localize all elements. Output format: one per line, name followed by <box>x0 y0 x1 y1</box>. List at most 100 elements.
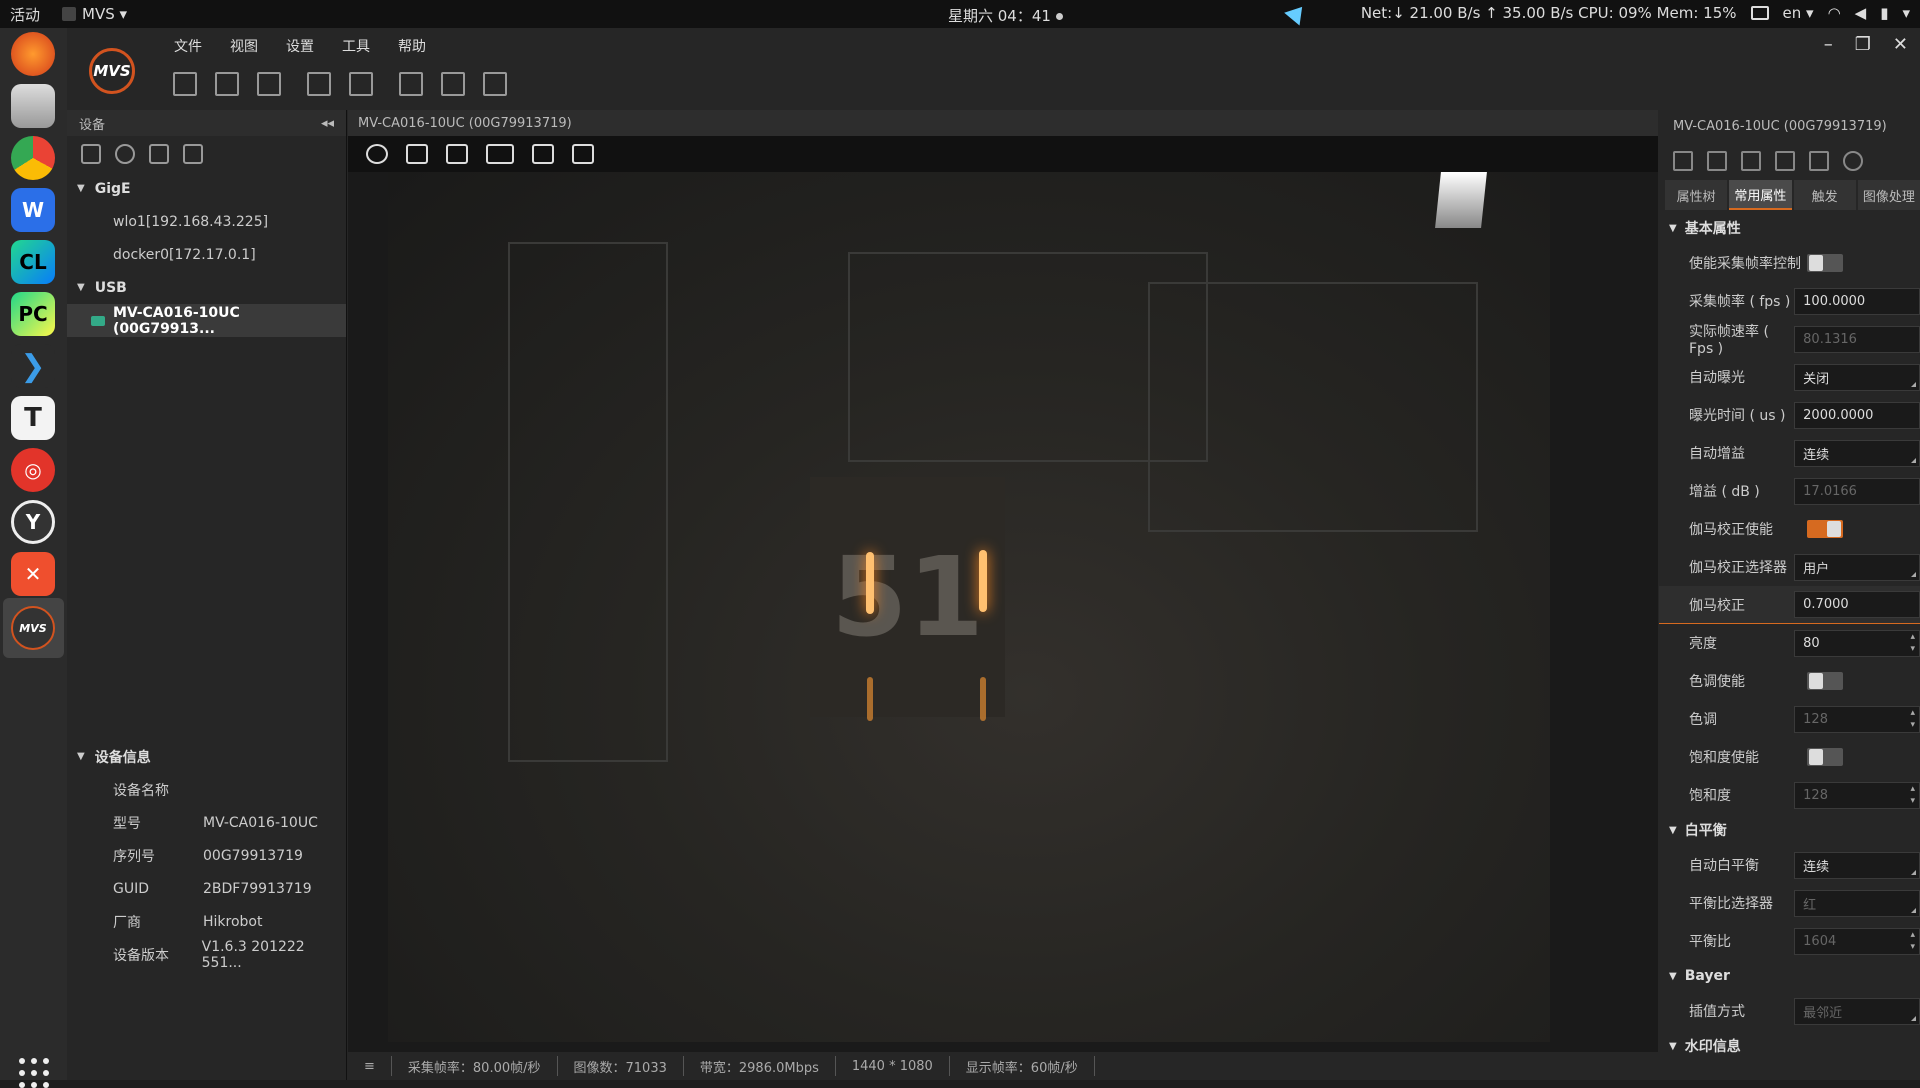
app-menu[interactable]: MVS ▾ <box>62 5 127 23</box>
xmind-icon[interactable]: ✕ <box>11 552 55 596</box>
close-button[interactable]: ✕ <box>1893 34 1908 55</box>
fullscreen-icon[interactable] <box>349 72 373 96</box>
section-white-balance[interactable]: ▼ 白平衡 <box>1659 814 1920 846</box>
menu-view[interactable]: 视图 <box>230 36 258 56</box>
refresh-icon[interactable] <box>1843 151 1863 171</box>
grid-overlay-icon[interactable] <box>532 144 554 164</box>
view-toolbar <box>348 136 1658 172</box>
collapse-panel-icon[interactable]: ◂◂ <box>321 116 334 131</box>
prop-exposure-time: 曝光时间 ( us ) 2000.0000 <box>1659 396 1920 434</box>
firefox-icon[interactable] <box>11 32 55 76</box>
list-view-icon[interactable] <box>1673 151 1693 171</box>
netease-music-icon[interactable]: ◎ <box>11 448 55 492</box>
open-folder-icon[interactable] <box>173 72 197 96</box>
volume-icon[interactable]: ◀ <box>1855 4 1867 22</box>
pycharm-icon[interactable]: PC <box>11 292 55 336</box>
send-icon[interactable] <box>1284 0 1310 26</box>
gamma-input[interactable]: 0.7000 <box>1794 591 1920 618</box>
prop-label: 伽马校正 <box>1689 597 1745 614</box>
export-icon[interactable] <box>1741 151 1761 171</box>
device-info-header[interactable]: ▼ 设备信息 <box>67 740 347 773</box>
gamma-selector-select[interactable]: 用户 <box>1794 553 1920 581</box>
auto-gain-select[interactable]: 连续 <box>1794 439 1920 467</box>
disconnect-icon[interactable] <box>81 144 101 164</box>
status-bar-toggle-icon[interactable]: ≡ <box>348 1056 392 1076</box>
app-menu-label: MVS ▾ <box>82 5 128 23</box>
brightness-stepper[interactable]: 80 <box>1794 629 1920 657</box>
log-icon[interactable] <box>483 72 507 96</box>
tree-item-wlo1[interactable]: wlo1[192.168.43.225] <box>67 205 346 238</box>
add-device-icon[interactable] <box>149 144 169 164</box>
hue-enable-toggle[interactable] <box>1807 672 1843 690</box>
image-view-panel: MV-CA016-10UC (00G79913719) 51 ≡ 采集帧率：80… <box>348 110 1658 1080</box>
menu-file[interactable]: 文件 <box>174 36 202 56</box>
mvs-window: MVS 文件 视图 设置 工具 帮助 – ❐ ✕ 设备 ◂◂ ▼ GigE wl… <box>67 28 1920 1080</box>
camera-image[interactable]: 51 <box>388 172 1550 1042</box>
fit-window-icon[interactable] <box>406 144 428 164</box>
typora-icon[interactable]: T <box>11 396 55 440</box>
menu-help[interactable]: 帮助 <box>398 36 426 56</box>
prop-label: 使能采集帧率控制 <box>1689 256 1801 272</box>
snapshot-camera-icon[interactable] <box>446 144 468 164</box>
save-params-icon[interactable] <box>1809 151 1829 171</box>
gamma-enable-toggle[interactable] <box>1807 520 1843 538</box>
tree-group-usb[interactable]: ▼ USB <box>67 271 346 304</box>
dock: W CL PC ❯ T ◎ Y ✕ MVS <box>0 28 67 1088</box>
tab-trigger[interactable]: 触发 <box>1793 180 1856 210</box>
chrome-icon[interactable] <box>11 136 55 180</box>
tab-property-tree[interactable]: 属性树 <box>1665 180 1728 210</box>
chevron-down-icon: ▼ <box>77 751 85 762</box>
menu-tools[interactable]: 工具 <box>342 36 370 56</box>
chart-tool-icon[interactable] <box>441 72 465 96</box>
waveform-icon[interactable] <box>399 72 423 96</box>
remove-device-icon[interactable] <box>183 144 203 164</box>
auto-wb-select[interactable]: 连续 <box>1794 851 1920 879</box>
fps-input[interactable]: 100.0000 <box>1794 287 1920 315</box>
auto-exposure-select[interactable]: 关闭 <box>1794 363 1920 391</box>
multi-view-icon[interactable] <box>307 72 331 96</box>
section-basic[interactable]: ▼ 基本属性 <box>1659 212 1920 244</box>
files-icon[interactable] <box>11 84 55 128</box>
tree-group-gige[interactable]: ▼ GigE <box>67 172 346 205</box>
minimize-button[interactable]: – <box>1824 34 1833 55</box>
language-indicator[interactable]: en ▾ <box>1783 4 1814 22</box>
histogram-icon[interactable] <box>572 144 594 164</box>
vscode-icon[interactable]: ❯ <box>11 344 55 388</box>
system-top-bar: 活动 MVS ▾ 星期六 04：41 Net:↓ 21.00 B/s ↑ 35.… <box>0 0 1920 28</box>
wps-icon[interactable]: W <box>11 188 55 232</box>
tab-common-props[interactable]: 常用属性 <box>1729 180 1792 210</box>
fps-ctrl-toggle[interactable] <box>1807 254 1843 272</box>
section-label: 基本属性 <box>1684 221 1741 237</box>
keyboard-icon[interactable] <box>1750 6 1769 20</box>
maximize-button[interactable]: ❐ <box>1855 34 1871 55</box>
saturation-enable-toggle[interactable] <box>1807 748 1843 766</box>
menu-settings[interactable]: 设置 <box>286 36 314 56</box>
clock[interactable]: 星期六 04：41 <box>948 5 1063 26</box>
properties-toolbar <box>1659 142 1920 180</box>
battery-icon[interactable]: ▮ <box>1880 4 1888 22</box>
exposure-time-input[interactable]: 2000.0000 <box>1794 401 1920 429</box>
clion-icon[interactable]: CL <box>11 240 55 284</box>
tree-item-camera[interactable]: MV-CA016-10UC (00G79913... <box>67 304 346 337</box>
document-icon[interactable] <box>1775 151 1795 171</box>
section-bayer[interactable]: ▼ Bayer <box>1659 960 1920 992</box>
prop-label: 色调 <box>1689 712 1717 728</box>
import-icon[interactable] <box>1707 151 1727 171</box>
tool-icon[interactable]: Y <box>11 500 55 544</box>
tab-image-processing[interactable]: 图像处理 <box>1857 180 1920 210</box>
system-menu-chevron-icon[interactable]: ▾ <box>1902 4 1910 22</box>
mvs-icon[interactable]: MVS <box>11 606 55 650</box>
save-icon[interactable] <box>215 72 239 96</box>
save-as-icon[interactable] <box>257 72 281 96</box>
section-watermark[interactable]: ▼ 水印信息 <box>1659 1030 1920 1062</box>
record-video-icon[interactable] <box>486 144 514 164</box>
stop-grab-icon[interactable] <box>366 144 388 164</box>
activities-button[interactable]: 活动 <box>10 4 40 25</box>
stop-icon[interactable] <box>115 144 135 164</box>
tree-item-docker0[interactable]: docker0[172.17.0.1] <box>67 238 346 271</box>
prop-interp: 插值方式 最邻近 <box>1659 992 1920 1030</box>
show-apps-icon[interactable] <box>19 1058 49 1088</box>
wifi-icon[interactable]: ◠ <box>1828 4 1841 22</box>
prop-label: 平衡比 <box>1689 934 1731 950</box>
scene-glow-right <box>979 550 987 612</box>
